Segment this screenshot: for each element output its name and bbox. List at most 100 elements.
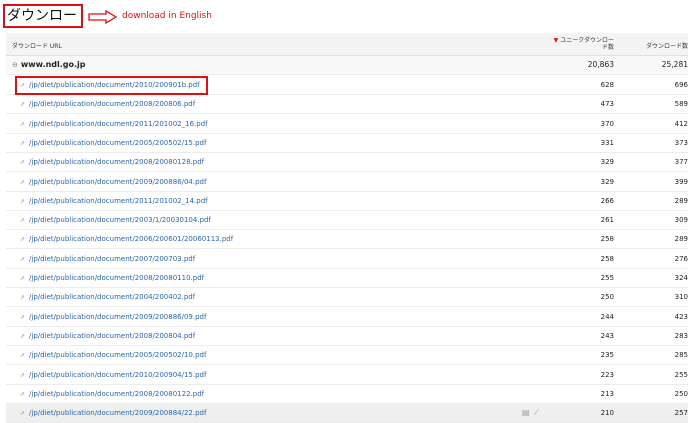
row-chart-icon[interactable]: ⟋ bbox=[534, 408, 540, 417]
download-url-link[interactable]: /jp/diet/publication/document/2008/20080… bbox=[29, 100, 195, 108]
table-row[interactable]: ⇗ /jp/diet/publication/document/2003/1/20… bbox=[6, 211, 688, 231]
list-item[interactable]: ⇗ /jp/diet/publication/document/2010/2009… bbox=[20, 366, 206, 385]
download-url-link[interactable]: /jp/diet/publication/document/2011/20100… bbox=[29, 120, 208, 128]
collapse-toggle-icon[interactable]: ⊖ bbox=[12, 56, 18, 74]
unique-downloads-value: 266 bbox=[600, 196, 614, 205]
table-row[interactable]: ⇗ /jp/diet/publication/document/2011/2010… bbox=[6, 192, 688, 211]
list-item[interactable]: ⇗ /jp/diet/publication/document/2009/2008… bbox=[20, 173, 206, 192]
table-row[interactable]: ⇗ /jp/diet/publication/document/2008/2008… bbox=[6, 385, 688, 404]
group-unique-downloads: 20,863 bbox=[587, 60, 614, 69]
download-url-link[interactable]: /jp/diet/publication/document/2008/20080… bbox=[29, 390, 204, 398]
row-info-icon[interactable]: ▤ bbox=[522, 408, 530, 417]
table-row[interactable]: ⇗ /jp/diet/publication/document/2006/2006… bbox=[6, 230, 688, 250]
external-link-icon[interactable]: ⇗ bbox=[20, 328, 25, 346]
download-url-link[interactable]: /jp/diet/publication/document/2009/20088… bbox=[29, 409, 206, 417]
download-url-link[interactable]: /jp/diet/publication/document/2005/20050… bbox=[29, 139, 206, 147]
download-url-link[interactable]: /jp/diet/publication/document/2003/1/200… bbox=[29, 216, 211, 224]
table-row[interactable]: ⇗ /jp/diet/publication/document/2005/2005… bbox=[6, 134, 688, 153]
list-item[interactable]: ⇗ /jp/diet/publication/document/2008/2008… bbox=[20, 153, 204, 172]
list-item[interactable]: ⇗ /jp/diet/publication/document/2004/2004… bbox=[20, 288, 195, 307]
download-url-link[interactable]: /jp/diet/publication/document/2008/20080… bbox=[29, 274, 204, 282]
table-row[interactable]: ⇗ /jp/diet/publication/document/2007/2007… bbox=[6, 250, 688, 269]
list-item[interactable]: ⇗ /jp/diet/publication/document/2009/2008… bbox=[20, 308, 206, 327]
list-item[interactable]: ⇗ /jp/diet/publication/document/2010/2009… bbox=[20, 76, 200, 95]
download-url-link[interactable]: /jp/diet/publication/document/2007/20070… bbox=[29, 255, 195, 263]
group-downloads: 25,281 bbox=[661, 60, 688, 69]
unique-downloads-value: 329 bbox=[600, 158, 614, 167]
download-url-link[interactable]: /jp/diet/publication/document/2006/20060… bbox=[29, 235, 233, 243]
table-row[interactable]: ⇗ /jp/diet/publication/document/2009/2008… bbox=[6, 173, 688, 192]
unique-downloads-value: 258 bbox=[600, 235, 614, 244]
downloads-value: 289 bbox=[674, 196, 688, 205]
external-link-icon[interactable]: ⇗ bbox=[20, 386, 25, 404]
list-item[interactable]: ⇗ /jp/diet/publication/document/2011/2010… bbox=[20, 192, 208, 211]
table-row[interactable]: ⇗ /jp/diet/publication/document/2004/2004… bbox=[6, 288, 688, 308]
external-link-icon[interactable]: ⇗ bbox=[20, 212, 25, 230]
list-item[interactable]: ⇗ /jp/diet/publication/document/2008/2008… bbox=[20, 95, 195, 114]
group-row[interactable]: ⊖ www.ndl.go.jp 20,863 25,281 bbox=[6, 56, 688, 75]
table-row[interactable]: ⇗ /jp/diet/publication/document/2008/2008… bbox=[6, 153, 688, 173]
unique-downloads-value: 210 bbox=[600, 409, 614, 418]
external-link-icon[interactable]: ⇗ bbox=[20, 154, 25, 172]
downloads-value: 285 bbox=[674, 351, 688, 360]
unique-downloads-value: 235 bbox=[600, 351, 614, 360]
table-row[interactable]: ⇗ /jp/diet/publication/document/2011/2010… bbox=[6, 115, 688, 134]
download-url-link[interactable]: /jp/diet/publication/document/2008/20080… bbox=[29, 332, 195, 340]
unique-downloads-value: 331 bbox=[600, 138, 614, 147]
table-row[interactable]: ⇗ /jp/diet/publication/document/2008/2008… bbox=[6, 95, 688, 115]
table-row[interactable]: ⇗ /jp/diet/publication/document/2008/2008… bbox=[6, 327, 688, 346]
unique-downloads-value: 223 bbox=[600, 370, 614, 379]
external-link-icon[interactable]: ⇗ bbox=[20, 193, 25, 211]
external-link-icon[interactable]: ⇗ bbox=[20, 77, 25, 95]
table-row[interactable]: ⇗ /jp/diet/publication/document/2009/2008… bbox=[6, 308, 688, 327]
list-item[interactable]: ⇗ /jp/diet/publication/document/2006/2006… bbox=[20, 230, 233, 249]
list-item[interactable]: ⇗ /jp/diet/publication/document/2009/2008… bbox=[20, 404, 206, 423]
external-link-icon[interactable]: ⇗ bbox=[20, 135, 25, 153]
unique-downloads-value: 261 bbox=[600, 216, 614, 225]
external-link-icon[interactable]: ⇗ bbox=[20, 309, 25, 327]
list-item[interactable]: ⇗ /jp/diet/publication/document/2005/2005… bbox=[20, 134, 206, 153]
download-url-link[interactable]: /jp/diet/publication/document/2011/20100… bbox=[29, 197, 208, 205]
download-url-link[interactable]: /jp/diet/publication/document/2009/20088… bbox=[29, 178, 206, 186]
external-link-icon[interactable]: ⇗ bbox=[20, 116, 25, 134]
download-url-link[interactable]: /jp/diet/publication/document/2005/20050… bbox=[29, 351, 206, 359]
download-url-link[interactable]: /jp/diet/publication/document/2008/20080… bbox=[29, 158, 204, 166]
list-item[interactable]: ⇗ /jp/diet/publication/document/2011/2010… bbox=[20, 115, 208, 134]
unique-downloads-value: 473 bbox=[600, 100, 614, 109]
annotation-arrow-icon bbox=[88, 10, 118, 24]
column-header-downloads[interactable]: ダウンロード数 bbox=[626, 41, 688, 50]
list-item[interactable]: ⇗ /jp/diet/publication/document/2005/2005… bbox=[20, 346, 206, 365]
external-link-icon[interactable]: ⇗ bbox=[20, 347, 25, 365]
external-link-icon[interactable]: ⇗ bbox=[20, 231, 25, 249]
table-row[interactable]: ⇗ /jp/diet/publication/document/2010/2009… bbox=[6, 366, 688, 385]
table-row[interactable]: ⇗ /jp/diet/publication/document/2009/2008… bbox=[6, 404, 688, 423]
external-link-icon[interactable]: ⇗ bbox=[20, 367, 25, 385]
download-url-link[interactable]: /jp/diet/publication/document/2010/20090… bbox=[29, 371, 206, 379]
external-link-icon[interactable]: ⇗ bbox=[20, 405, 25, 423]
external-link-icon[interactable]: ⇗ bbox=[20, 174, 25, 192]
external-link-icon[interactable]: ⇗ bbox=[20, 96, 25, 114]
column-header-url[interactable]: ダウンロード URL bbox=[12, 41, 62, 50]
external-link-icon[interactable]: ⇗ bbox=[20, 270, 25, 288]
column-header-unique-downloads[interactable]: ▼ ユニークダウンロー ド数 bbox=[546, 37, 614, 51]
external-link-icon[interactable]: ⇗ bbox=[20, 251, 25, 269]
list-item[interactable]: ⇗ /jp/diet/publication/document/2007/2007… bbox=[20, 250, 195, 269]
list-item[interactable]: ⇗ /jp/diet/publication/document/2003/1/20… bbox=[20, 211, 211, 230]
downloads-value: 309 bbox=[674, 216, 688, 225]
download-url-link[interactable]: /jp/diet/publication/document/2004/20040… bbox=[29, 293, 195, 301]
external-link-icon[interactable]: ⇗ bbox=[20, 289, 25, 307]
unique-downloads-value: 243 bbox=[600, 331, 614, 340]
list-item[interactable]: ⇗ /jp/diet/publication/document/2008/2008… bbox=[20, 269, 204, 288]
group-domain[interactable]: ⊖ www.ndl.go.jp bbox=[12, 56, 86, 74]
table-row[interactable]: ⇗ /jp/diet/publication/document/2010/2009… bbox=[6, 76, 688, 95]
downloads-value: 276 bbox=[674, 254, 688, 263]
download-url-link[interactable]: /jp/diet/publication/document/2010/20090… bbox=[29, 81, 200, 89]
download-url-link[interactable]: /jp/diet/publication/document/2009/20088… bbox=[29, 313, 206, 321]
list-item[interactable]: ⇗ /jp/diet/publication/document/2008/2008… bbox=[20, 327, 195, 346]
table-row[interactable]: ⇗ /jp/diet/publication/document/2008/2008… bbox=[6, 269, 688, 288]
table-row[interactable]: ⇗ /jp/diet/publication/document/2005/2005… bbox=[6, 346, 688, 366]
downloads-value: 310 bbox=[674, 293, 688, 302]
list-item[interactable]: ⇗ /jp/diet/publication/document/2008/2008… bbox=[20, 385, 204, 404]
page-title: ダウンロード数 bbox=[3, 4, 83, 28]
unique-downloads-value: 628 bbox=[600, 81, 614, 89]
